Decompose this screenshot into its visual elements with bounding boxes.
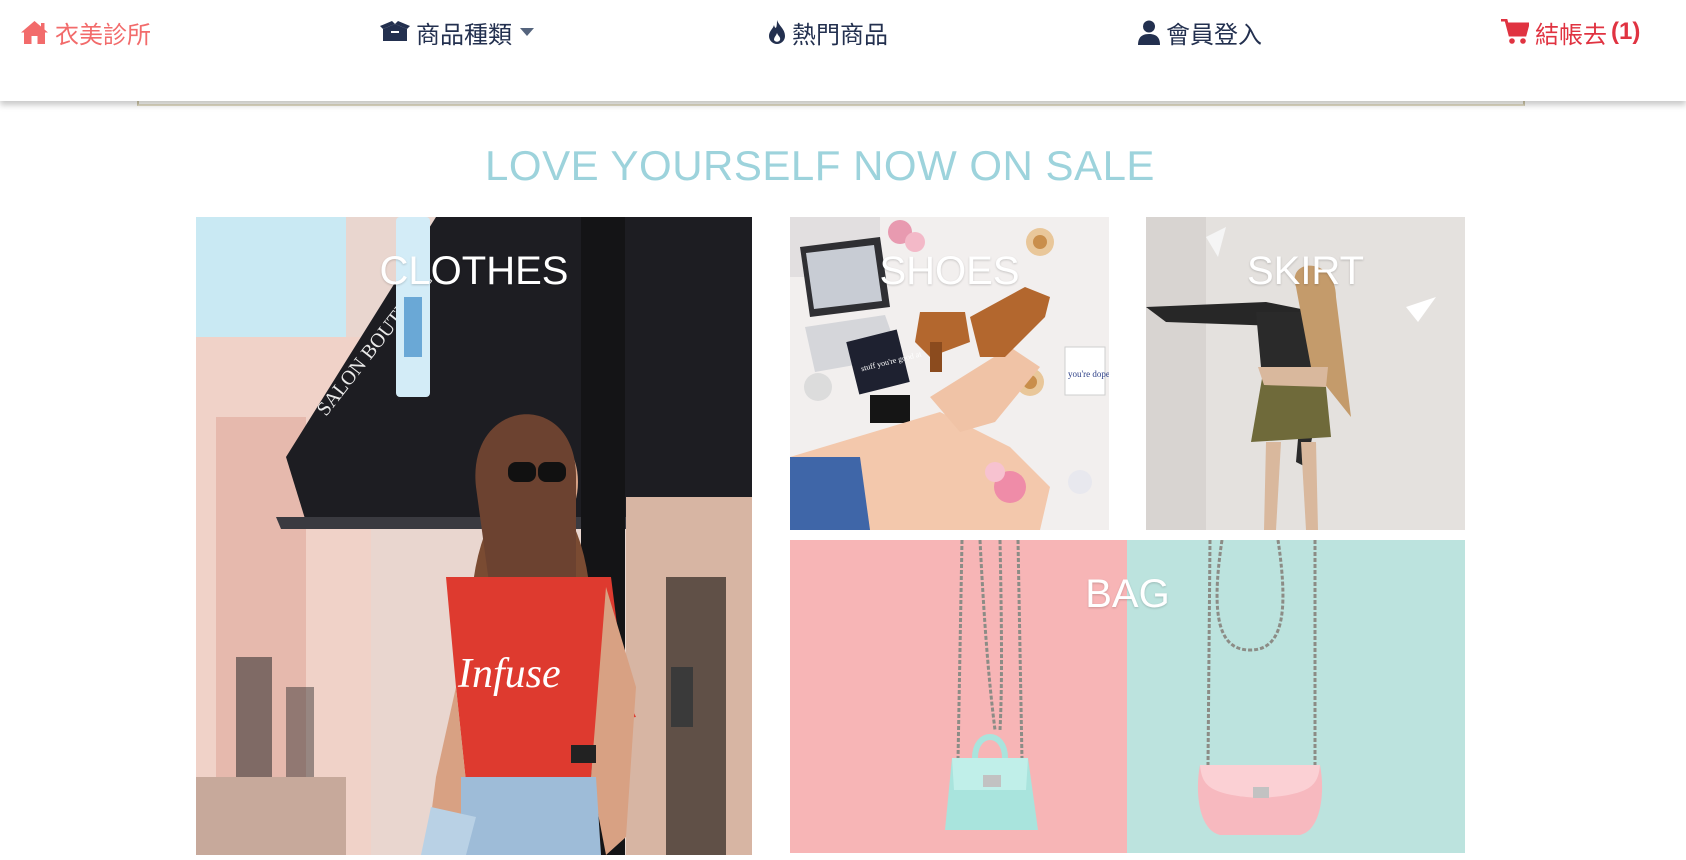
shopping-cart-icon (1501, 19, 1529, 45)
home-icon (20, 20, 49, 45)
nav-hot-products-link[interactable]: 熱門商品 (768, 14, 888, 50)
clothes-photo: SALON BOUTIQUE Infuse (196, 217, 752, 855)
nav-cart-label: 結帳去 (1535, 21, 1607, 49)
category-tile-skirt[interactable]: SKIRT (1146, 217, 1465, 530)
fire-icon (768, 19, 786, 45)
nav-cart-link[interactable]: 結帳去 (1) (1501, 14, 1640, 50)
nav-brand-label: 衣美診所 (55, 21, 151, 49)
cart-count-badge: (1) (1611, 18, 1641, 45)
nav-category-label: 商品種類 (416, 21, 512, 49)
nav-member-label: 會員登入 (1166, 21, 1262, 49)
nav-category-dropdown[interactable]: 商品種類 (380, 14, 534, 50)
tile-label-clothes: CLOTHES (379, 249, 569, 293)
category-tile-shoes[interactable]: stuff you're good at you're dope. SHOES (790, 217, 1109, 530)
category-tile-clothes[interactable]: SALON BOUTIQUE Infuse CLOTHES (196, 217, 752, 855)
box-icon (380, 21, 410, 43)
tshirt-print-text: Infuse (457, 651, 561, 697)
top-navbar: 衣美診所 商品種類 熱門商品 會員登入 結帳去 (1) (0, 0, 1686, 101)
tile-label-shoes: SHOES (879, 249, 1020, 293)
user-icon (1138, 20, 1160, 45)
chevron-down-icon (520, 27, 534, 37)
nav-brand-link[interactable]: 衣美診所 (20, 14, 151, 50)
nav-hot-label: 熱門商品 (792, 21, 888, 49)
tile-label-skirt: SKIRT (1246, 249, 1365, 293)
category-tile-bag[interactable]: BAG (790, 540, 1465, 853)
nav-member-login-link[interactable]: 會員登入 (1138, 14, 1262, 50)
card-right-text: you're dope. (1068, 369, 1109, 379)
sale-headline: LOVE YOURSELF NOW ON SALE (485, 142, 1155, 189)
tile-label-bag: BAG (1085, 572, 1170, 616)
